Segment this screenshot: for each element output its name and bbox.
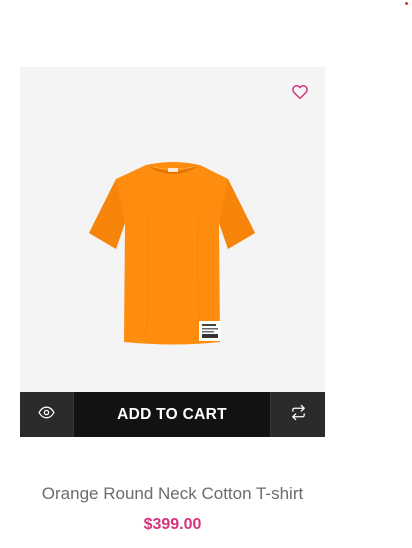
- orange-tshirt-image: [89, 162, 255, 345]
- compare-arrows-icon: [290, 404, 307, 425]
- product-card: ADD TO CART: [20, 67, 325, 437]
- product-actions-bar: ADD TO CART: [20, 392, 325, 437]
- compare-button[interactable]: [271, 392, 325, 437]
- product-price: $399.00: [143, 516, 202, 533]
- page: ADD TO CART Orange Round Neck Cotton T-s…: [0, 0, 412, 548]
- quick-view-button[interactable]: [20, 392, 73, 437]
- product-image-box[interactable]: [20, 67, 325, 392]
- add-to-cart-button[interactable]: ADD TO CART: [73, 392, 271, 437]
- corner-dot: [405, 2, 408, 5]
- heart-icon[interactable]: [291, 83, 309, 101]
- product-title[interactable]: Orange Round Neck Cotton T-shirt: [20, 484, 325, 504]
- eye-icon: [38, 404, 55, 425]
